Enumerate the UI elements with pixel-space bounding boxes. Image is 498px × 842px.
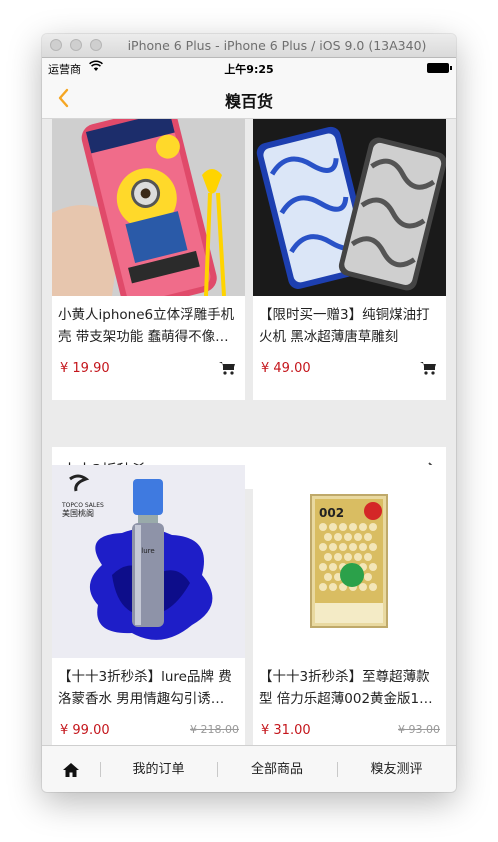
product-image-minion-case[interactable] xyxy=(52,119,245,296)
shopping-cart-icon[interactable] xyxy=(420,361,436,375)
product-original-price: ¥ 93.00 xyxy=(398,723,440,736)
bottom-tab-bar: 我的订单 全部商品 糗友测评 xyxy=(42,745,456,792)
tab-user-reviews[interactable]: 糗友测评 xyxy=(337,746,456,792)
minimize-button[interactable] xyxy=(70,39,82,51)
brand-logo-text: TOPCO SALES xyxy=(61,502,104,509)
home-icon xyxy=(63,762,79,777)
status-time: 上午9:25 xyxy=(224,63,274,76)
simulator-window: iPhone 6 Plus - iPhone 6 Plus / iOS 9.0 … xyxy=(42,34,456,792)
product-original-price: ¥ 218.00 xyxy=(190,723,239,736)
status-bar: 运营商 上午9:25 xyxy=(42,58,456,78)
product-card[interactable]: 002 【十十3折秒杀】至尊超薄款型 倍力乐超薄002黄金版1… ¥ 31.00… xyxy=(253,465,446,745)
battery-icon xyxy=(427,63,452,73)
product-name[interactable]: 【十十3折秒杀】lure品牌 费洛蒙香水 男用情趣勾引诱… xyxy=(58,666,239,710)
box-label: 002 xyxy=(319,506,344,520)
product-name[interactable]: 小黄人iphone6立体浮雕手机壳 带支架功能 蠢萌得不像… xyxy=(58,304,239,348)
product-name[interactable]: 【十十3折秒杀】至尊超薄款型 倍力乐超薄002黄金版1… xyxy=(259,666,440,710)
tab-all-products[interactable]: 全部商品 xyxy=(217,746,337,792)
product-price: ¥ 19.90 xyxy=(60,361,110,376)
product-image-condom-box[interactable]: 002 xyxy=(253,465,446,658)
product-image-perfume[interactable]: TOPCO SALES 美国桃阁 lure xyxy=(52,465,245,658)
product-scroll-area[interactable]: 小黄人iphone6立体浮雕手机壳 带支架功能 蠢萌得不像… ¥ 19.90 【… xyxy=(42,119,456,745)
brand-logo-subtext: 美国桃阁 xyxy=(62,508,94,518)
product-card[interactable]: TOPCO SALES 美国桃阁 lure 【十十3折秒杀】lure品牌 费洛蒙… xyxy=(52,465,245,745)
navigation-bar: 糗百货 xyxy=(42,78,456,119)
product-price: ¥ 99.00 xyxy=(60,723,110,738)
window-title: iPhone 6 Plus - iPhone 6 Plus / iOS 9.0 … xyxy=(127,38,427,53)
product-card[interactable]: 【限时买一赠3】纯铜煤油打火机 黑冰超薄唐草雕刻 ¥ 49.00 xyxy=(253,119,446,400)
zoom-button[interactable] xyxy=(90,39,102,51)
tab-home[interactable] xyxy=(42,746,100,792)
window-titlebar: iPhone 6 Plus - iPhone 6 Plus / iOS 9.0 … xyxy=(42,34,456,58)
product-card[interactable]: 小黄人iphone6立体浮雕手机壳 带支架功能 蠢萌得不像… ¥ 19.90 xyxy=(52,119,245,400)
product-price: ¥ 49.00 xyxy=(261,361,311,376)
product-name[interactable]: 【限时买一赠3】纯铜煤油打火机 黑冰超薄唐草雕刻 xyxy=(259,304,440,348)
close-button[interactable] xyxy=(50,39,62,51)
shopping-cart-icon[interactable] xyxy=(219,361,235,375)
svg-text:lure: lure xyxy=(141,547,154,555)
product-image-lighters[interactable] xyxy=(253,119,446,296)
tab-my-orders[interactable]: 我的订单 xyxy=(100,746,217,792)
product-price: ¥ 31.00 xyxy=(261,723,311,738)
page-title: 糗百货 xyxy=(224,92,273,111)
